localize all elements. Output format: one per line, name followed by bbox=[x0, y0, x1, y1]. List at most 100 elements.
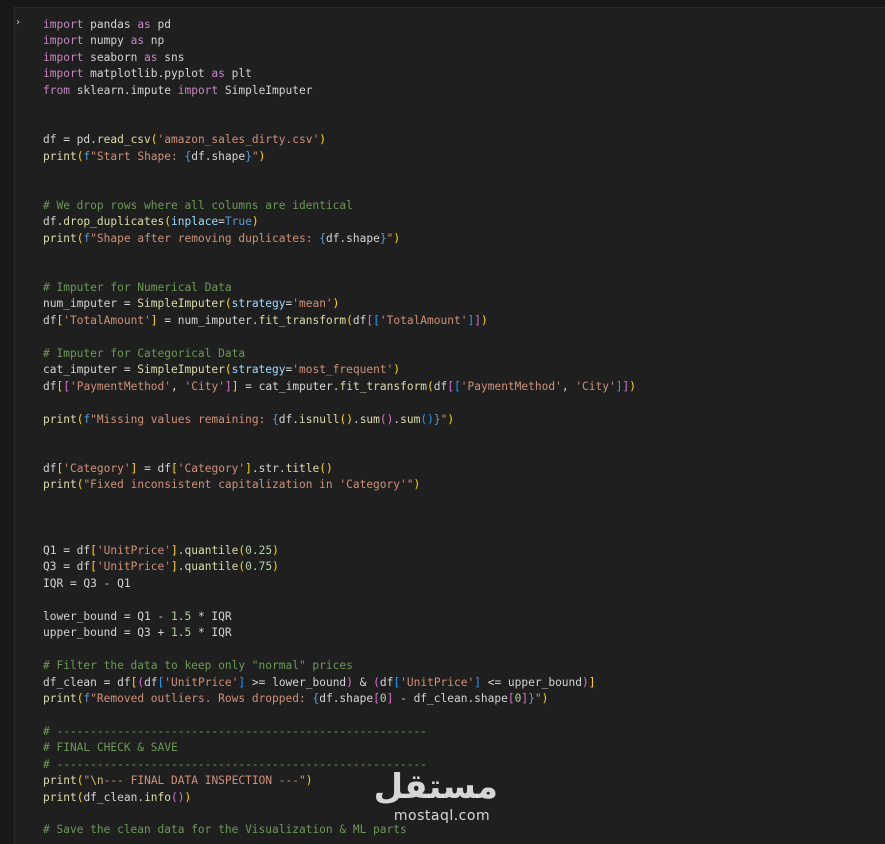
code-token: = df bbox=[137, 461, 172, 475]
code-token: [ bbox=[63, 379, 70, 393]
code-line[interactable] bbox=[43, 329, 636, 345]
code-token: 1.5 bbox=[170, 609, 192, 623]
code-line[interactable]: print("\n--- FINAL DATA INSPECTION ---") bbox=[43, 773, 636, 789]
code-token: * IQR bbox=[191, 626, 232, 640]
code-token: ) bbox=[177, 790, 185, 804]
code-token: "Missing values remaining: bbox=[90, 412, 273, 426]
code-line[interactable] bbox=[43, 428, 636, 444]
code-token: } bbox=[433, 412, 441, 426]
code-token: ) bbox=[326, 461, 333, 475]
code-token: ] bbox=[474, 675, 481, 689]
code-line[interactable]: df['Category'] = df['Category'].str.titl… bbox=[43, 461, 636, 477]
code-token: ) bbox=[413, 478, 421, 492]
code-line[interactable]: # --------------------------------------… bbox=[43, 724, 636, 740]
code-token: df bbox=[43, 313, 57, 327]
code-token: df bbox=[144, 675, 158, 689]
code-token: plt bbox=[224, 67, 252, 81]
code-line[interactable]: import numpy as np bbox=[43, 33, 636, 49]
code-token: - df_clean.shape bbox=[393, 691, 508, 705]
code-line[interactable] bbox=[43, 165, 636, 181]
code-token: --- FINAL DATA INSPECTION ---" bbox=[103, 774, 306, 788]
code-line[interactable] bbox=[43, 510, 636, 526]
code-token: [ bbox=[171, 461, 178, 475]
watermark-arabic-text: مستقل bbox=[373, 767, 498, 807]
code-line[interactable] bbox=[43, 444, 636, 460]
code-token: ] bbox=[474, 313, 481, 327]
code-line[interactable] bbox=[43, 592, 636, 608]
code-token: df.shape bbox=[325, 231, 380, 245]
code-token: 'TotalAmount' bbox=[63, 313, 151, 327]
code-token: print bbox=[43, 774, 77, 788]
code-line[interactable]: # --------------------------------------… bbox=[43, 757, 636, 773]
code-token: ( bbox=[373, 675, 380, 689]
code-line[interactable] bbox=[43, 806, 636, 822]
code-line[interactable] bbox=[43, 527, 636, 543]
code-line[interactable]: from sklearn.impute import SimpleImputer bbox=[43, 83, 636, 99]
code-line[interactable]: IQR = Q3 - Q1 bbox=[43, 576, 636, 592]
code-token: df bbox=[43, 379, 57, 393]
code-line[interactable]: df[['PaymentMethod', 'City']] = cat_impu… bbox=[43, 379, 636, 395]
code-token: read_csv bbox=[96, 133, 151, 147]
code-line[interactable]: cat_imputer = SimpleImputer(strategy='mo… bbox=[43, 362, 636, 378]
code-token: ) bbox=[305, 774, 313, 788]
watermark-logo: مستقل mostaql.com bbox=[373, 767, 498, 830]
code-line[interactable]: # Imputer for Categorical Data bbox=[43, 346, 636, 362]
code-token: # Filter the data to keep only "normal" … bbox=[43, 659, 353, 673]
code-token: print bbox=[43, 478, 77, 492]
code-line[interactable]: print(f"Start Shape: {df.shape}") bbox=[43, 149, 636, 165]
code-line[interactable]: import seaborn as sns bbox=[43, 50, 636, 66]
code-line[interactable]: # Filter the data to keep only "normal" … bbox=[43, 658, 636, 674]
code-token: ) bbox=[582, 675, 589, 689]
code-token: 'UnitPrice' bbox=[400, 675, 475, 689]
code-line[interactable] bbox=[43, 494, 636, 510]
code-token: isnull bbox=[299, 412, 340, 426]
code-line[interactable] bbox=[43, 642, 636, 658]
code-line[interactable] bbox=[43, 247, 636, 263]
code-line[interactable]: Q3 = df['UnitPrice'].quantile(0.75) bbox=[43, 559, 636, 575]
code-line[interactable]: df = pd.read_csv('amazon_sales_dirty.csv… bbox=[43, 132, 636, 148]
chevron-right-icon[interactable]: › bbox=[15, 18, 21, 28]
code-token: = cat_imputer. bbox=[238, 379, 340, 393]
code-line[interactable]: import pandas as pd bbox=[43, 17, 636, 33]
code-line[interactable] bbox=[43, 181, 636, 197]
code-editor[interactable]: import pandas as pd import numpy as np imp… bbox=[43, 17, 636, 839]
code-token: print bbox=[43, 691, 77, 705]
code-token: 0 bbox=[379, 691, 387, 705]
code-line[interactable]: print(f"Removed outliers. Rows dropped: … bbox=[43, 691, 636, 707]
code-line[interactable]: # Save the clean data for the Visualizat… bbox=[43, 822, 636, 838]
code-line[interactable]: Q1 = df['UnitPrice'].quantile(0.25) bbox=[43, 543, 636, 559]
code-token: np bbox=[144, 34, 165, 48]
code-token: drop_duplicates bbox=[63, 215, 165, 229]
code-line[interactable]: df_clean = df[(df['UnitPrice'] >= lower_… bbox=[43, 675, 636, 691]
code-token: as bbox=[137, 18, 151, 31]
code-line[interactable]: print(df_clean.info()) bbox=[43, 790, 636, 806]
code-line[interactable]: print(f"Missing values remaining: {df.is… bbox=[43, 412, 636, 428]
code-line[interactable] bbox=[43, 264, 636, 280]
code-line[interactable]: import matplotlib.pyplot as plt bbox=[43, 66, 636, 82]
code-line[interactable]: lower_bound = Q1 - 1.5 * IQR bbox=[43, 609, 636, 625]
code-line[interactable]: upper_bound = Q3 + 1.5 * IQR bbox=[43, 625, 636, 641]
code-token: , bbox=[171, 379, 185, 393]
code-line[interactable] bbox=[43, 707, 636, 723]
code-token: ) bbox=[346, 412, 353, 426]
code-line[interactable] bbox=[43, 395, 636, 411]
code-line[interactable]: # We drop rows where all columns are ide… bbox=[43, 198, 636, 214]
watermark-latin-text: mostaql.com bbox=[393, 808, 491, 824]
code-line[interactable]: print(f"Shape after removing duplicates:… bbox=[43, 231, 636, 247]
code-line[interactable]: df['TotalAmount'] = num_imputer.fit_tran… bbox=[43, 313, 636, 329]
code-token: Q1 = df bbox=[43, 544, 91, 557]
code-token: inplace bbox=[171, 215, 219, 229]
code-line[interactable]: df.drop_duplicates(inplace=True) bbox=[43, 214, 636, 230]
code-line[interactable]: # FINAL CHECK & SAVE bbox=[43, 740, 636, 756]
notebook-code-cell[interactable]: › import pandas as pd import numpy as np i… bbox=[14, 7, 885, 844]
code-token: ( bbox=[224, 363, 232, 377]
code-line[interactable]: # Imputer for Numerical Data bbox=[43, 280, 636, 296]
code-token: ] bbox=[171, 560, 178, 574]
code-line[interactable]: num_imputer = SimpleImputer(strategy='me… bbox=[43, 296, 636, 312]
code-token: ( bbox=[379, 412, 387, 426]
code-token: " bbox=[251, 149, 259, 163]
code-line[interactable] bbox=[43, 99, 636, 115]
code-token: ( bbox=[319, 461, 327, 475]
code-line[interactable] bbox=[43, 116, 636, 132]
code-line[interactable]: print("Fixed inconsistent capitalization… bbox=[43, 477, 636, 493]
